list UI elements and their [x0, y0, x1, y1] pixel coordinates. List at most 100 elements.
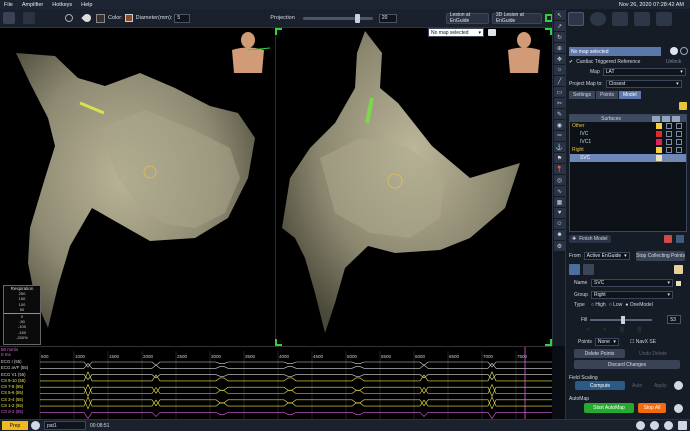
map-gear-icon[interactable]: [670, 47, 678, 55]
unlock-button[interactable]: Unlock: [666, 59, 681, 65]
light-icon[interactable]: ☼: [554, 65, 565, 75]
ecg-strip[interactable]: 500 1000 1500 2000 2500 3000 3500 4000 4500 5000 5…: [0, 346, 552, 420]
select-arrow-icon[interactable]: [569, 264, 580, 275]
surface-lock-icon[interactable]: [676, 131, 682, 137]
surface-lock-icon[interactable]: [676, 123, 682, 129]
auto-button[interactable]: Auto: [632, 383, 642, 389]
panel-view-icon-3[interactable]: [612, 12, 628, 26]
model-add-icon[interactable]: [679, 102, 687, 110]
eraser-icon[interactable]: ▭: [554, 87, 565, 97]
tab-model[interactable]: Model: [618, 91, 641, 99]
surface-color-swatch[interactable]: [656, 155, 662, 161]
tool-undo-icon[interactable]: [3, 12, 15, 24]
delete-points-button[interactable]: Delete Points: [574, 349, 625, 358]
surface-visible-icon[interactable]: [666, 139, 672, 145]
remove-surface-icon[interactable]: [664, 235, 672, 243]
eye-icon[interactable]: ◎: [554, 175, 565, 185]
add-surface-icon[interactable]: [676, 235, 684, 243]
torso-orientation-left-icon[interactable]: [232, 32, 271, 73]
surface-lock-icon[interactable]: [676, 155, 682, 161]
type-low-radio[interactable]: ○ Low: [609, 302, 623, 308]
cardiac-triggered-row[interactable]: ✔ Cardiac Triggered Reference: [569, 59, 640, 65]
project-map-dropdown[interactable]: Closest ▾: [605, 80, 682, 88]
map-circle-icon[interactable]: [680, 47, 688, 55]
start-automap-button[interactable]: Start AutoMap: [584, 403, 634, 413]
menu-file[interactable]: File: [4, 2, 13, 8]
ruler-tool-icon[interactable]: ═: [554, 131, 565, 141]
status-power-icon[interactable]: [678, 421, 687, 430]
body-icon[interactable]: ☻: [554, 230, 565, 240]
map-settings-icon[interactable]: [488, 29, 496, 36]
projection-slider[interactable]: [302, 13, 373, 23]
wave-icon[interactable]: ∿: [554, 186, 565, 196]
surface-row[interactable]: IVC1: [570, 138, 686, 146]
zoom-icon[interactable]: ⊕: [554, 43, 565, 53]
from-dropdown[interactable]: Active EnGuide ▾: [583, 252, 630, 260]
tab-settings[interactable]: Settings: [569, 91, 596, 99]
apply-button[interactable]: Apply: [654, 383, 667, 389]
surface-visible-icon[interactable]: [666, 131, 672, 137]
pointer-icon[interactable]: ↗: [554, 21, 565, 31]
mode-badge[interactable]: Prep: [2, 421, 28, 430]
projection-slider-thumb[interactable]: [354, 13, 360, 23]
surface-color-swatch[interactable]: [656, 123, 662, 129]
diameter-input[interactable]: 5: [174, 13, 191, 23]
field-scaling-gear-icon[interactable]: [674, 381, 683, 390]
surface-lock-icon[interactable]: [676, 147, 682, 153]
surface-visible-icon[interactable]: [666, 123, 672, 129]
name-color-swatch[interactable]: [676, 280, 681, 286]
surface-row[interactable]: Right: [570, 146, 686, 154]
map-field-dropdown[interactable]: LAT ▾: [602, 68, 686, 76]
menu-amplifier[interactable]: Amplifier: [22, 2, 43, 8]
tab-points[interactable]: Points: [596, 91, 618, 99]
cursor-icon[interactable]: ↖: [554, 10, 565, 20]
discard-changes-button[interactable]: Discard Changes: [574, 360, 680, 369]
automap-gear-icon[interactable]: [674, 404, 683, 413]
scissors-icon[interactable]: ✂: [554, 98, 565, 108]
projection-input[interactable]: 20: [378, 13, 397, 23]
surface-row[interactable]: IVC: [570, 130, 686, 138]
surface-color-swatch[interactable]: [656, 147, 662, 153]
notes-icon[interactable]: [674, 265, 683, 274]
ruler-icon[interactable]: ╱: [554, 76, 565, 86]
menu-hotkeys[interactable]: Hotkeys: [52, 2, 72, 8]
marker-icon[interactable]: [81, 12, 93, 24]
surface-visible-icon[interactable]: [666, 155, 672, 161]
person-icon[interactable]: ☺: [554, 219, 565, 229]
torso-orientation-right-icon[interactable]: [508, 32, 540, 73]
group-dropdown[interactable]: Right ▾: [591, 291, 673, 299]
status-help-icon[interactable]: [650, 421, 659, 430]
stop-all-button[interactable]: Stop All: [638, 403, 666, 413]
fill-input[interactable]: 53: [667, 315, 682, 324]
undo-delete-button[interactable]: Undo Delete: [628, 349, 678, 358]
panel-view-icon-4[interactable]: [634, 12, 650, 26]
compute-button[interactable]: Compute: [575, 381, 625, 390]
brush-icon[interactable]: ✎: [554, 109, 565, 119]
fill-slider-thumb[interactable]: [621, 315, 626, 324]
lesion-3d-button[interactable]: 3D Lesion at EnGuide: [491, 12, 542, 24]
finish-model-button[interactable]: ✚ Finish Model: [569, 235, 611, 243]
stop-collecting-button[interactable]: Stop Collecting Points: [636, 251, 685, 261]
flag-icon[interactable]: ⚑: [554, 153, 565, 163]
grid-icon[interactable]: ▦: [554, 197, 565, 207]
3d-viewport[interactable]: No map selected ▾ Respiration 250 150 100 50…: [0, 28, 552, 346]
patient-field[interactable]: pat1: [44, 421, 86, 430]
lesion-at-enguide-button[interactable]: Lesion at EnGuide: [445, 12, 489, 24]
surface-row[interactable]: Other: [570, 122, 686, 130]
tool-redo-icon[interactable]: [23, 12, 35, 24]
map-select-dropdown[interactable]: No map selected ▾: [428, 28, 484, 37]
menu-help[interactable]: Help: [81, 2, 92, 8]
surface-row[interactable]: SVC: [570, 154, 686, 162]
points-dropdown[interactable]: None ▾: [594, 338, 619, 346]
rotate-icon[interactable]: ↻: [554, 32, 565, 42]
surface-color-swatch[interactable]: [656, 131, 662, 137]
lasso-icon[interactable]: [583, 264, 594, 275]
fill-slider[interactable]: [590, 315, 653, 324]
type-high-radio[interactable]: ○ High: [591, 302, 606, 308]
heart-icon[interactable]: ♥: [554, 208, 565, 218]
camera-icon[interactable]: ◉: [554, 120, 565, 130]
pan-icon[interactable]: ✥: [554, 54, 565, 64]
anchor-icon[interactable]: ⚓: [554, 142, 565, 152]
status-info-icon[interactable]: [636, 421, 645, 430]
type-onemodel-radio[interactable]: ● OneModel: [625, 302, 653, 308]
